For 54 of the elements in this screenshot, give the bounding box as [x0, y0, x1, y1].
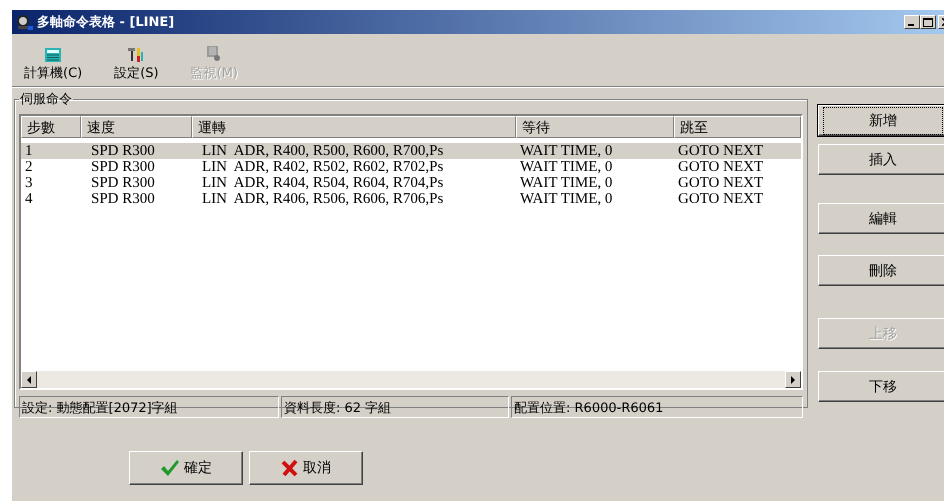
table-cell-text: LIN ADR, R400, R500, R600, R700,Ps [201, 142, 444, 160]
action-button[interactable]: 新增 [818, 105, 944, 136]
status-field: 配置位置: R6000-R6061 [511, 396, 803, 418]
status-field: 設定: 動態配置[2072]字組 [19, 396, 279, 418]
list-row[interactable]: 1 SPD R300 LIN ADR, R400, R500, R600, R700,Ps WAIT TIME, 0 GOTO NEXT [21, 143, 801, 159]
table-cell-text: WAIT TIME, 0 [519, 174, 614, 192]
table-cell-text: LIN ADR, R402, R502, R602, R702,Ps [201, 158, 444, 176]
minimize-button[interactable] [904, 15, 920, 29]
list-row[interactable]: 4 SPD R300 LIN ADR, R406, R506, R606, R706,Ps WAIT TIME, 0 GOTO NEXT [21, 191, 801, 207]
monitor-icon [206, 46, 222, 62]
cross-icon [281, 459, 299, 477]
toolbar-button[interactable]: 設定(S) [110, 34, 163, 86]
right-arrow-icon [790, 376, 796, 384]
column-header[interactable]: 跳至 [674, 116, 801, 138]
table-cell-text: 2 [24, 158, 34, 176]
list-row[interactable]: 3 SPD R300 LIN ADR, R404, R504, R604, R704,Ps WAIT TIME, 0 GOTO NEXT [21, 175, 801, 191]
table-cell-text: WAIT TIME, 0 [519, 158, 614, 176]
table-cell-text: GOTO NEXT [677, 158, 764, 176]
toolbar-button[interactable]: 計算機(C) [20, 34, 86, 86]
column-header[interactable]: 運轉 [192, 116, 516, 138]
table-cell-text: GOTO NEXT [677, 142, 764, 160]
tools-icon [127, 46, 146, 62]
table-cell-text: SPD R300 [90, 190, 156, 208]
list-row[interactable]: 2 SPD R300 LIN ADR, R402, R502, R602, R702,Ps WAIT TIME, 0 GOTO NEXT [21, 159, 801, 175]
table-cell-text: 4 [24, 190, 34, 208]
table-cell-text: SPD R300 [90, 158, 156, 176]
table-cell-text: WAIT TIME, 0 [519, 190, 614, 208]
app-icon [15, 14, 33, 30]
maximize-button[interactable] [920, 15, 936, 29]
table-cell-text: 3 [24, 174, 34, 192]
window-title: 多軸命令表格 - [LINE] [37, 14, 174, 31]
action-button[interactable]: 刪除 [818, 255, 944, 286]
group-title: 伺服命令 [19, 91, 73, 108]
table-cell-text: LIN ADR, R404, R504, R604, R704,Ps [201, 174, 444, 192]
table-cell-text: WAIT TIME, 0 [519, 142, 614, 160]
column-header[interactable]: 等待 [516, 116, 674, 138]
maximize-icon [923, 18, 933, 26]
column-header[interactable]: 步數 [21, 116, 81, 138]
table-cell-text: SPD R300 [90, 174, 156, 192]
table-cell-text: 1 [24, 142, 34, 160]
table-cell-text: LIN ADR, R406, R506, R606, R706,Ps [201, 190, 444, 208]
status-field: 資料長度: 62 字組 [281, 396, 509, 418]
table-cell-text: SPD R300 [90, 142, 156, 160]
column-header[interactable]: 速度 [81, 116, 192, 138]
action-button[interactable]: 插入 [818, 144, 944, 175]
table-cell-text: GOTO NEXT [677, 190, 764, 208]
action-button[interactable]: 編輯 [818, 203, 944, 234]
dialog-button[interactable]: 確定 [129, 451, 243, 485]
dialog-button[interactable]: 取消 [249, 451, 363, 485]
calculator-icon [45, 48, 62, 62]
table-cell-text: GOTO NEXT [677, 174, 764, 192]
left-arrow-icon [26, 376, 32, 384]
check-icon [160, 459, 180, 477]
action-button[interactable]: 下移 [818, 371, 944, 402]
